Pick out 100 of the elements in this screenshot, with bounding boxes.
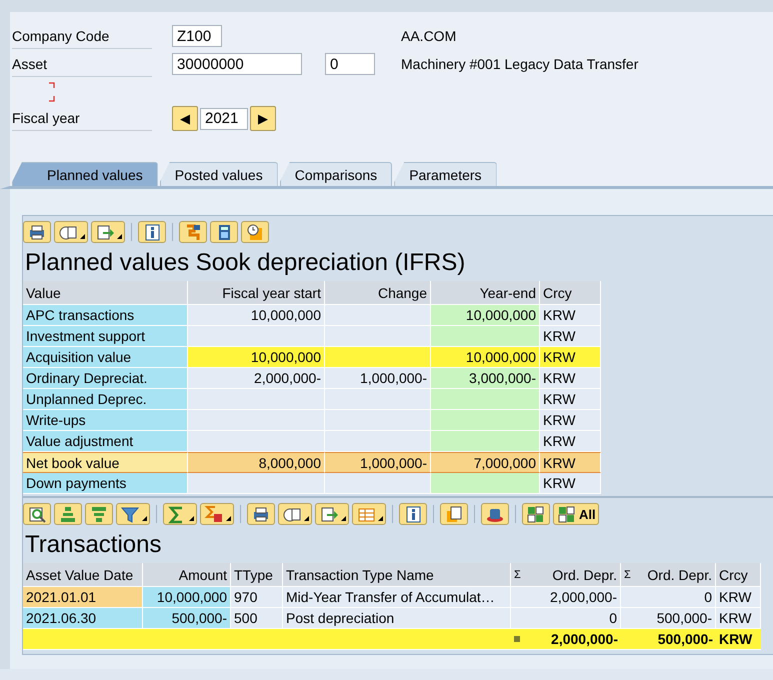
table-cell: 970 (231, 587, 283, 608)
year-field[interactable]: 2021 (200, 108, 248, 130)
caret-icon (226, 516, 231, 521)
print-button[interactable] (247, 503, 275, 525)
column-label: Ord. Depr. (552, 566, 617, 585)
column-header[interactable]: Transaction Type Name (283, 563, 511, 587)
grid-button[interactable]: All (553, 503, 599, 525)
column-header[interactable]: Change (325, 281, 431, 305)
table-cell: 10,000,000 (188, 305, 325, 326)
field-label: Fiscal year (12, 106, 152, 131)
column-header[interactable]: Σ Ord. Depr. (511, 563, 621, 587)
table-cell: 0 (511, 608, 621, 629)
column-header[interactable]: Asset Value Date (23, 563, 143, 587)
table-cell: Write-ups (23, 410, 188, 431)
description-text: Machinery #001 Legacy Data Transfer (401, 56, 640, 72)
table-cell: KRW (540, 326, 601, 347)
table-cell: 2021.06.30 (23, 608, 143, 629)
tab[interactable]: Parameters (394, 162, 497, 186)
table-cell: KRW (540, 452, 601, 473)
view-button[interactable] (54, 221, 88, 243)
info-button[interactable] (138, 221, 166, 243)
tab[interactable]: Planned values (12, 162, 158, 186)
column-header[interactable]: Year-end (431, 281, 540, 305)
table-cell: 3,000,000- (431, 368, 540, 389)
table-cell: KRW (716, 629, 761, 650)
tab[interactable]: Posted values (160, 162, 278, 186)
calculator-button[interactable] (210, 221, 238, 243)
column-header[interactable]: Amount (143, 563, 231, 587)
column-header[interactable]: Fiscal year start (188, 281, 325, 305)
input-field[interactable]: 0 (325, 53, 375, 75)
sort-descending-button[interactable] (85, 503, 113, 525)
details-button[interactable] (23, 503, 51, 525)
chart-button[interactable] (179, 221, 207, 243)
copy-button[interactable] (440, 503, 468, 525)
clock-button[interactable] (241, 221, 269, 243)
table-cell: Mid-Year Transfer of Accumulat… (283, 587, 511, 608)
field-label: Asset (12, 52, 152, 76)
column-header[interactable]: Value (23, 281, 188, 305)
caret-icon (304, 516, 309, 521)
export-button[interactable] (315, 503, 349, 525)
input-field[interactable]: 30000000 (172, 53, 302, 75)
table-cell: Acquisition value (23, 347, 188, 368)
table-cell: KRW (716, 608, 761, 629)
column-header[interactable]: Crcy (540, 281, 601, 305)
subtotal-button[interactable] (200, 503, 234, 525)
column-header[interactable]: TType (231, 563, 283, 587)
subtotal-icon (203, 504, 225, 524)
table-cell: Post depreciation (283, 608, 511, 629)
total-value: 2,000,000- (551, 630, 618, 648)
table-cell: 0 (621, 587, 716, 608)
table-cell: KRW (540, 389, 601, 410)
previous-year-button[interactable]: ◀ (172, 106, 198, 131)
table-cell: KRW (540, 305, 601, 326)
table-cell: 500 (231, 608, 283, 629)
table-cell: 2021.01.01 (23, 587, 143, 608)
table-cell: 1,000,000- (325, 452, 431, 473)
table-cell: KRW (716, 587, 761, 608)
table-cell: KRW (540, 368, 601, 389)
grid-title: Planned values Sook depreciation (IFRS) (25, 248, 466, 278)
sum-mark: Σ (514, 568, 521, 583)
export-button[interactable] (91, 221, 125, 243)
table-cell: 500,000- (621, 608, 716, 629)
required-marker-icon (48, 82, 56, 102)
table-cell: 2,000,000- (511, 587, 621, 608)
table-cell: Down payments (23, 473, 188, 494)
caret-icon (117, 234, 122, 239)
caret-icon (341, 516, 346, 521)
field-label: Company Code (12, 24, 152, 48)
hat-button[interactable] (481, 503, 509, 525)
filter-button[interactable] (116, 503, 150, 525)
table-cell: KRW (540, 431, 601, 452)
caret-icon (378, 516, 383, 521)
grid-button[interactable] (522, 503, 550, 525)
info-button[interactable] (399, 503, 427, 525)
sum-button[interactable] (163, 503, 197, 525)
column-header[interactable]: Crcy (716, 563, 761, 587)
table-cell: Investment support (23, 326, 188, 347)
table-cell: Value adjustment (23, 431, 188, 452)
table-cell: 10,000,000 (431, 305, 540, 326)
table-cell: Net book value (23, 452, 188, 473)
table-cell: 1,000,000- (325, 368, 431, 389)
column-header[interactable]: Σ Ord. Depr. (621, 563, 716, 587)
table-cell: APC transactions (23, 305, 188, 326)
table-cell: 10,000,000 (431, 347, 540, 368)
table-cell: KRW (540, 473, 601, 494)
next-year-button[interactable]: ▶ (250, 106, 276, 131)
view-button[interactable] (278, 503, 312, 525)
column-label: Ord. Depr. (647, 566, 712, 585)
table-cell: 7,000,000 (431, 452, 540, 473)
tab[interactable]: Comparisons (280, 162, 392, 186)
input-field[interactable]: Z100 (172, 25, 222, 47)
table-cell: 10,000,000 (143, 587, 231, 608)
table-cell: 500,000- (143, 608, 231, 629)
table-cell: 10,000,000 (188, 347, 325, 368)
table-cell: KRW (540, 347, 601, 368)
table-cell: KRW (540, 410, 601, 431)
table-cell: 500,000- (621, 629, 716, 650)
table-cell: Unplanned Deprec. (23, 389, 188, 410)
print-button[interactable] (23, 221, 51, 243)
sum-mark: Σ (624, 568, 631, 583)
